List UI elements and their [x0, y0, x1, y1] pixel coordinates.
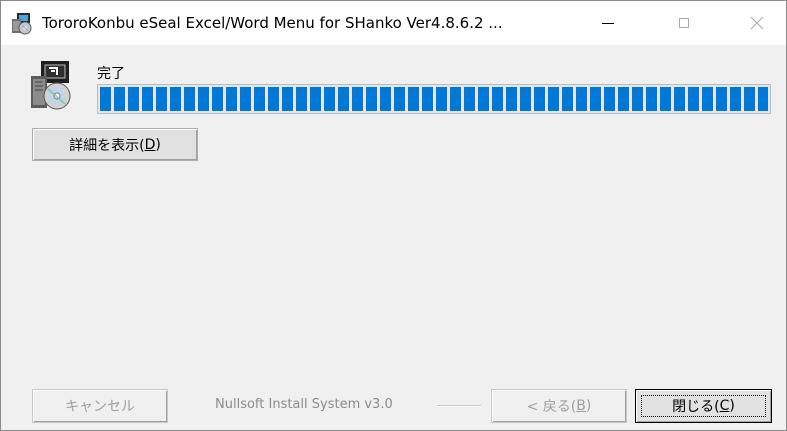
close-button[interactable]: 閉じる(C) [635, 389, 772, 423]
installer-icon[interactable] [10, 11, 34, 35]
installer-disc-icon [27, 58, 75, 112]
title-bar[interactable]: TororoKonbu eSeal Excel/Word Menu for SH… [1, 1, 786, 45]
branding-divider [437, 405, 481, 407]
show-details-button[interactable]: 詳細を表示(D) [32, 128, 198, 161]
progress-bar [97, 84, 771, 114]
close-icon[interactable] [734, 1, 780, 45]
back-accel: B [576, 398, 586, 414]
window-title: TororoKonbu eSeal Excel/Word Menu for SH… [42, 14, 503, 32]
show-details-suffix: ) [155, 136, 161, 153]
branding-text: Nullsoft Install System v3.0 [215, 397, 393, 412]
focus-rectangle [641, 395, 766, 417]
show-details-label: 詳細を表示( [69, 137, 145, 154]
minimize-icon[interactable] [585, 1, 631, 45]
progress-fill [100, 87, 768, 111]
maximize-icon[interactable] [661, 1, 707, 45]
back-label: < 戻る( [526, 399, 577, 415]
back-button[interactable]: < 戻る(B) [491, 389, 627, 423]
cancel-label: キャンセル [65, 399, 135, 415]
status-text: 完了 [97, 66, 125, 82]
show-details-accel: D [144, 136, 156, 153]
installer-window: TororoKonbu eSeal Excel/Word Menu for SH… [0, 0, 787, 431]
cancel-button[interactable]: キャンセル [32, 389, 168, 423]
back-suffix: ) [585, 398, 592, 414]
